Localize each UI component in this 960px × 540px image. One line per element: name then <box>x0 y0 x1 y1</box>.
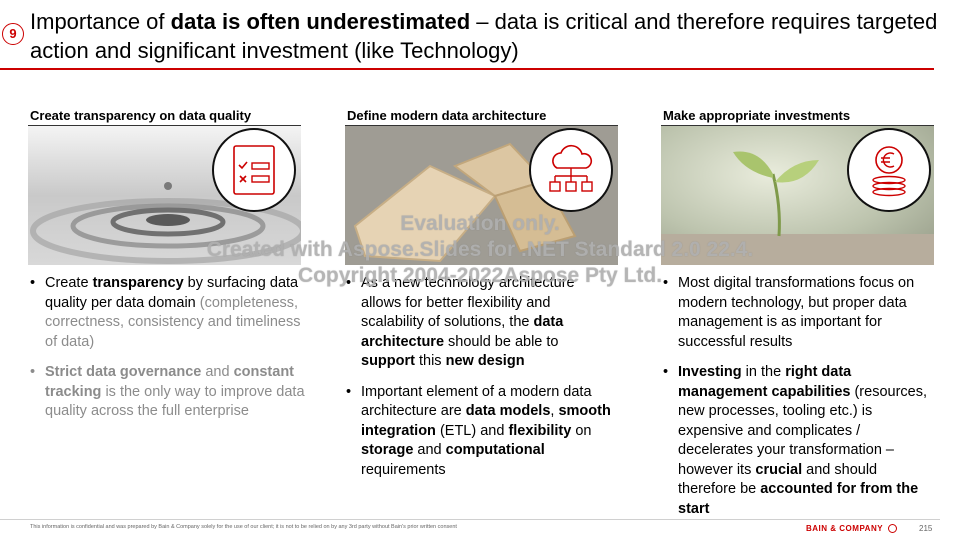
column-heading-transparency: Create transparency on data quality <box>30 108 252 123</box>
slide-title: Importance of data is often underestimat… <box>30 9 938 63</box>
list-item: Investing in the right data management c… <box>663 363 938 519</box>
brand-mark-icon <box>888 524 897 533</box>
watermark-line-3: Copyright 2004-2022Aspose Pty Ltd. <box>297 264 663 287</box>
checklist-icon <box>212 128 296 212</box>
page-number: 215 <box>919 524 933 533</box>
brand-logo: BAIN & COMPANY <box>806 524 884 533</box>
column-3-bullets: Most digital transformations focus on mo… <box>663 274 938 530</box>
column-2-bullets: As a new technology architecture allows … <box>346 274 616 491</box>
footer-divider <box>0 519 940 520</box>
slide-number-badge: 9 <box>2 23 24 45</box>
column-1-bullets: Create transparency by surfacing data qu… <box>30 274 305 433</box>
list-item: Important element of a modern data archi… <box>346 383 616 481</box>
column-heading-architecture: Define modern data architecture <box>347 108 547 123</box>
euro-coins-icon <box>847 128 931 212</box>
title-divider <box>0 68 934 70</box>
confidentiality-note: This information is confidential and was… <box>30 524 457 530</box>
cloud-network-icon <box>529 128 613 212</box>
watermark-line-2: Created with Aspose.Slides for .NET Stan… <box>206 238 754 261</box>
watermark-line-1: Evaluation only. <box>400 212 560 235</box>
column-heading-investments: Make appropriate investments <box>663 108 851 123</box>
list-item: Strict data governance and constant trac… <box>30 363 305 422</box>
